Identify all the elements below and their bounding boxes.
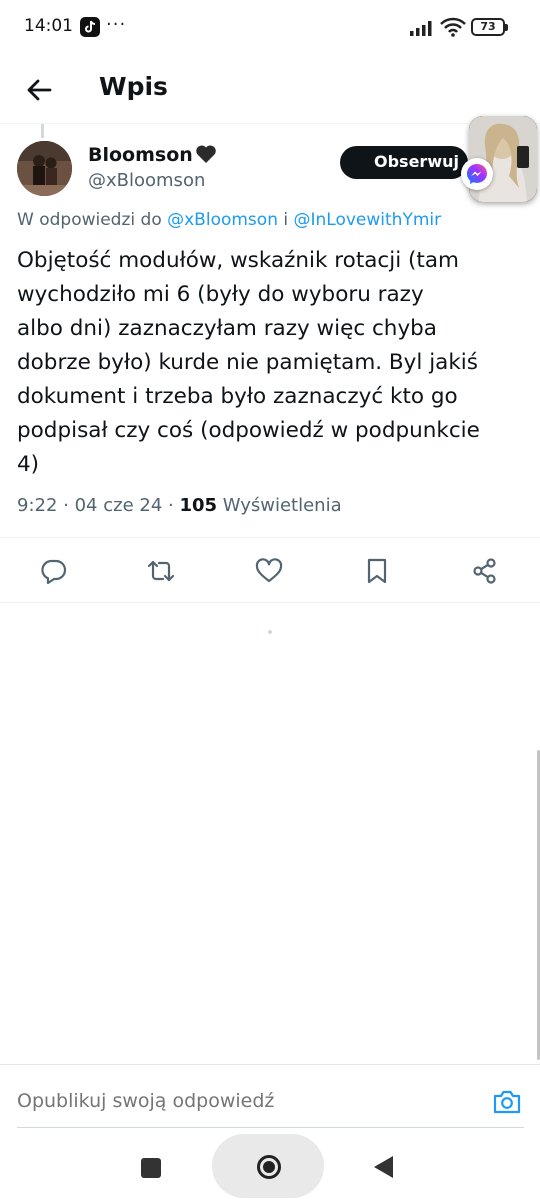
meta-separator: · — [57, 495, 75, 516]
author-name-text: Bloomson — [88, 144, 193, 166]
views-count[interactable]: 105 — [179, 495, 217, 516]
camera-icon — [493, 1090, 521, 1114]
share-button[interactable] — [470, 556, 500, 586]
reply-context: W odpowiedzi do @xBloomson i @InLovewith… — [17, 210, 441, 230]
black-heart-icon — [196, 145, 216, 163]
tiktok-icon — [80, 17, 100, 37]
follow-button[interactable]: Obserwuj — [340, 146, 468, 179]
retweet-button[interactable] — [146, 556, 176, 586]
avatar[interactable] — [17, 141, 72, 196]
tweet-text-line: podpisał czy coś (odpowiedź w podpunkcie — [17, 418, 480, 443]
arrow-left-icon — [27, 79, 52, 101]
home-icon — [257, 1155, 281, 1179]
reply-icon — [41, 559, 67, 585]
reply-button[interactable] — [39, 556, 69, 586]
bookmark-icon — [367, 558, 387, 584]
recent-apps-button[interactable] — [141, 1158, 161, 1178]
action-bar — [0, 537, 540, 603]
status-time: 14:01 — [24, 16, 73, 36]
reply-bar — [0, 1064, 540, 1128]
system-back-button[interactable] — [374, 1156, 393, 1178]
retweet-icon — [147, 560, 175, 582]
reply-joiner: i — [277, 210, 294, 230]
tweet-time[interactable]: 9:22 — [17, 495, 57, 516]
tweet-text-line: wychodziło mi 6 (były do wyboru razy — [17, 282, 424, 307]
status-bar: 14:01 ··· 73 — [0, 0, 540, 56]
tweet-date[interactable]: 04 cze 24 — [75, 495, 163, 516]
page-title: Wpis — [99, 72, 168, 101]
tweet-text-line: 4) — [17, 452, 40, 477]
page-header: Wpis — [0, 56, 540, 124]
messenger-icon — [461, 158, 493, 190]
mention-link[interactable]: @xBloomson — [167, 210, 278, 230]
meta-separator: · — [162, 495, 180, 516]
share-icon — [473, 558, 496, 584]
reply-prefix: W odpowiedzi do — [17, 210, 168, 230]
status-more-icon: ··· — [106, 14, 127, 35]
camera-button[interactable] — [492, 1087, 522, 1117]
tweet-text-line: Objętość modułów, wskaźnik rotacji (tam — [17, 248, 459, 273]
loading-indicator — [268, 630, 272, 634]
tweet-meta: 9:22 · 04 cze 24 · 105 Wyświetlenia — [17, 495, 342, 516]
home-button[interactable] — [212, 1134, 324, 1198]
like-icon — [255, 558, 283, 583]
tweet-text-line: dobrze było) kurde nie pamiętam. Byl jak… — [17, 350, 478, 375]
author-name[interactable]: Bloomson — [88, 144, 217, 166]
views-label[interactable]: Wyświetlenia — [217, 495, 342, 516]
like-button[interactable] — [254, 556, 284, 586]
back-button[interactable] — [20, 70, 60, 110]
tweet-text-line: dokument i trzeba było zaznaczyć kto go — [17, 384, 458, 409]
system-nav-bar — [0, 1128, 540, 1200]
tweet-text: Objętość modułów, wskaźnik rotacji (tam … — [17, 244, 523, 482]
signal-icon — [410, 21, 432, 36]
battery-indicator: 73 — [471, 18, 508, 36]
thread-line — [41, 124, 44, 138]
tweet-text-line: albo dni) zaznaczyłam razy więc chyba — [17, 316, 437, 341]
wifi-icon — [440, 17, 466, 37]
reply-input[interactable] — [17, 1090, 457, 1112]
bookmark-button[interactable] — [362, 556, 392, 586]
mention-link[interactable]: @InLovewithYmir — [294, 210, 442, 230]
author-handle[interactable]: @xBloomson — [88, 170, 205, 191]
